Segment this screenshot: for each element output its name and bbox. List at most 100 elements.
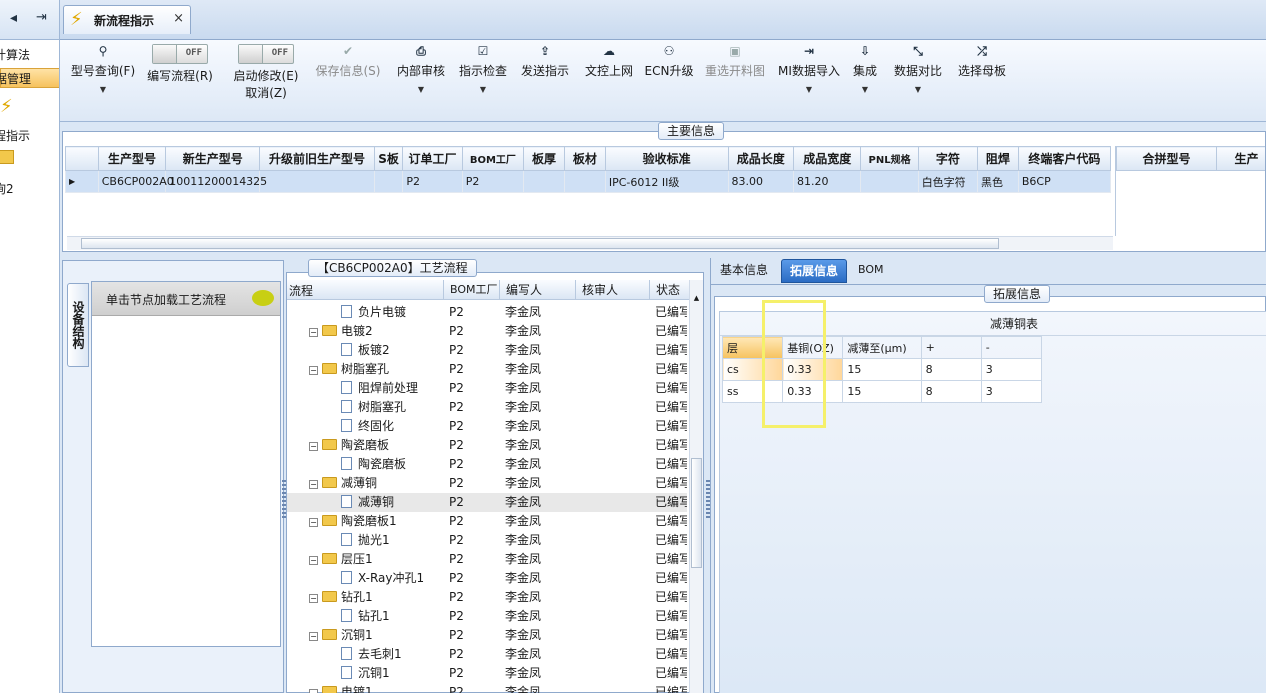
table-cell[interactable]: 15 [842, 358, 922, 381]
scrollbar-thumb[interactable] [81, 238, 999, 249]
splitter-grip[interactable] [706, 480, 710, 520]
table-cell[interactable] [523, 170, 565, 193]
ecn-button[interactable]: ⚇ ECN升级 [644, 40, 694, 79]
table-cell[interactable]: B6CP [1017, 170, 1112, 193]
table-cell[interactable] [563, 170, 606, 193]
cancel-label[interactable]: 取消(Z) [245, 86, 287, 100]
compare-button[interactable]: ⤡ 数据对比 ▼ [888, 40, 948, 94]
table-cell[interactable]: 83.00 [727, 170, 794, 193]
col-header[interactable]: BOM工厂 [461, 146, 525, 171]
list-item[interactable]: − 树脂塞孔 P2 李金凤 已编写 [287, 360, 687, 379]
upload-web-button[interactable]: ☁ 文控上网 [580, 40, 638, 79]
table-cell[interactable]: 白色字符 [917, 170, 978, 193]
col-header[interactable]: 订单工厂 [402, 146, 463, 171]
tab-bom[interactable]: BOM [850, 259, 892, 283]
col-header[interactable]: 减薄至(μm) [842, 336, 922, 359]
sign-in-icon[interactable]: ⇥ [36, 10, 47, 25]
list-item[interactable]: 树脂塞孔 P2 李金凤 已编写 [287, 398, 687, 417]
tab-basic-info[interactable]: 基本信息 [712, 259, 776, 283]
col-header[interactable]: 新生产型号 [165, 146, 261, 171]
vertical-scrollbar[interactable]: ▲ [689, 280, 703, 693]
list-item[interactable]: 沉铜1 P2 李金凤 已编写 [287, 664, 687, 683]
table-cell[interactable] [259, 170, 375, 193]
toggle-switch[interactable]: OFF [238, 44, 294, 64]
list-item[interactable]: 钻孔1 P2 李金凤 已编写 [287, 607, 687, 626]
collapse-icon[interactable]: − [309, 594, 318, 603]
collapse-icon[interactable]: − [309, 689, 318, 693]
model-query-button[interactable]: ⚲ 型号查询(F) ▼ [66, 40, 140, 94]
table-cell[interactable]: IPC-6012 II级 [604, 170, 729, 193]
table-cell[interactable]: 81.20 [792, 170, 862, 193]
table-cell[interactable]: 3 [980, 358, 1043, 381]
col-header[interactable]: 成品宽度 [792, 146, 862, 171]
list-item[interactable]: 阻焊前处理 P2 李金凤 已编写 [287, 379, 687, 398]
chevron-up-icon[interactable]: ▲ [691, 294, 702, 306]
horizontal-scrollbar[interactable] [67, 236, 1113, 250]
close-icon[interactable]: × [173, 11, 184, 26]
table-cell[interactable]: 黑色 [976, 170, 1019, 193]
col-header[interactable]: 生产型号 [97, 146, 167, 171]
list-item[interactable]: 陶瓷磨板 P2 李金凤 已编写 [287, 455, 687, 474]
col-header[interactable]: 终端客户代码 [1017, 146, 1112, 171]
col-header[interactable]: + [920, 336, 982, 359]
list-item[interactable]: 负片电镀 P2 李金凤 已编写 [287, 303, 687, 322]
list-item[interactable]: − 陶瓷磨板1 P2 李金凤 已编写 [287, 512, 687, 531]
col-header[interactable]: 验收标准 [604, 146, 729, 171]
mi-import-button[interactable]: ⇥ MI数据导入 ▼ [776, 40, 842, 94]
table-cell[interactable]: 8 [920, 380, 982, 403]
list-item[interactable]: 板镀2 P2 李金凤 已编写 [287, 341, 687, 360]
table-cell[interactable]: 15 [842, 380, 922, 403]
list-item[interactable]: 去毛刺1 P2 李金凤 已编写 [287, 645, 687, 664]
check-button[interactable]: ☑ 指示检查 ▼ [456, 40, 510, 94]
list-item[interactable]: X-Ray冲孔1 P2 李金凤 已编写 [287, 569, 687, 588]
col-header[interactable]: PNL规格 [860, 146, 919, 171]
list-item[interactable]: − 电镀2 P2 李金凤 已编写 [287, 322, 687, 341]
nav-item-data-mgmt[interactable]: 据管理 [0, 68, 59, 88]
table-cell[interactable]: 3 [980, 380, 1043, 403]
send-button[interactable]: ⇪ 发送指示 [518, 40, 572, 79]
table-cell[interactable]: 10011200014325 [165, 170, 267, 193]
collapse-icon[interactable]: − [309, 632, 318, 641]
internal-review-button[interactable]: ⎙ 内部审核 ▼ [394, 40, 448, 94]
list-item[interactable]: 终固化 P2 李金凤 已编写 [287, 417, 687, 436]
start-modify-toggle[interactable]: OFF 启动修改(E) 取消(Z) [228, 40, 304, 101]
col-header-flow[interactable]: 流程 [289, 282, 313, 299]
col-header-bom[interactable]: BOM工厂 [443, 280, 498, 300]
list-item[interactable]: − 钻孔1 P2 李金凤 已编写 [287, 588, 687, 607]
table-cell[interactable] [373, 170, 404, 193]
col-header[interactable]: 合拼型号 [1116, 146, 1217, 171]
list-item[interactable]: − 沉铜1 P2 李金凤 已编写 [287, 626, 687, 645]
tab-new-flow[interactable]: ⚡ 新流程指示 × [63, 5, 191, 34]
col-header[interactable]: 板厚 [523, 146, 565, 171]
table-row[interactable]: ▶ CB6CP002A0 10011200014325 P2 P2 IPC-6012 II… [65, 170, 1112, 193]
reselect-button[interactable]: ▣ 重选开料图 [700, 40, 770, 79]
collapse-icon[interactable]: − [309, 518, 318, 527]
col-header-writer[interactable]: 编写人 [499, 280, 542, 300]
list-item[interactable]: 抛光1 P2 李金凤 已编写 [287, 531, 687, 550]
col-header[interactable]: 阻焊 [976, 146, 1019, 171]
table-cell[interactable]: P2 [461, 170, 525, 193]
list-item[interactable]: − 减薄铜 P2 李金凤 已编写 [287, 474, 687, 493]
list-item[interactable]: 减薄铜 P2 李金凤 已编写 [287, 493, 687, 512]
splitter-grip[interactable] [282, 480, 286, 520]
col-header[interactable]: 生产 [1216, 146, 1265, 171]
integrate-button[interactable]: ⇩ 集成 ▼ [848, 40, 882, 94]
collapse-icon[interactable]: − [309, 328, 318, 337]
select-master-button[interactable]: ⤮ 选择母板 [954, 40, 1010, 79]
collapse-icon[interactable]: − [309, 556, 318, 565]
list-item[interactable]: − 电镀1 P2 李金凤 已编写 [287, 683, 687, 693]
save-button[interactable]: ✔ 保存信息(S) [312, 40, 384, 79]
collapse-icon[interactable]: − [309, 480, 318, 489]
table-cell[interactable]: CB6CP002A0 [97, 170, 174, 193]
col-header[interactable]: 字符 [917, 146, 978, 171]
col-header[interactable]: 升级前旧生产型号 [259, 146, 375, 171]
collapse-icon[interactable]: − [309, 442, 318, 451]
edit-flow-toggle[interactable]: OFF 编写流程(R) [144, 40, 216, 84]
scrollbar-thumb[interactable] [691, 458, 702, 568]
vertical-tab-device-structure[interactable]: 设备结构 [67, 283, 89, 367]
table-cell[interactable]: P2 [402, 170, 463, 193]
toggle-switch[interactable]: OFF [152, 44, 208, 64]
table-cell[interactable]: 8 [920, 358, 982, 381]
chevron-left-icon[interactable]: ◂ [10, 10, 17, 26]
col-header-status[interactable]: 状态 [649, 280, 680, 300]
